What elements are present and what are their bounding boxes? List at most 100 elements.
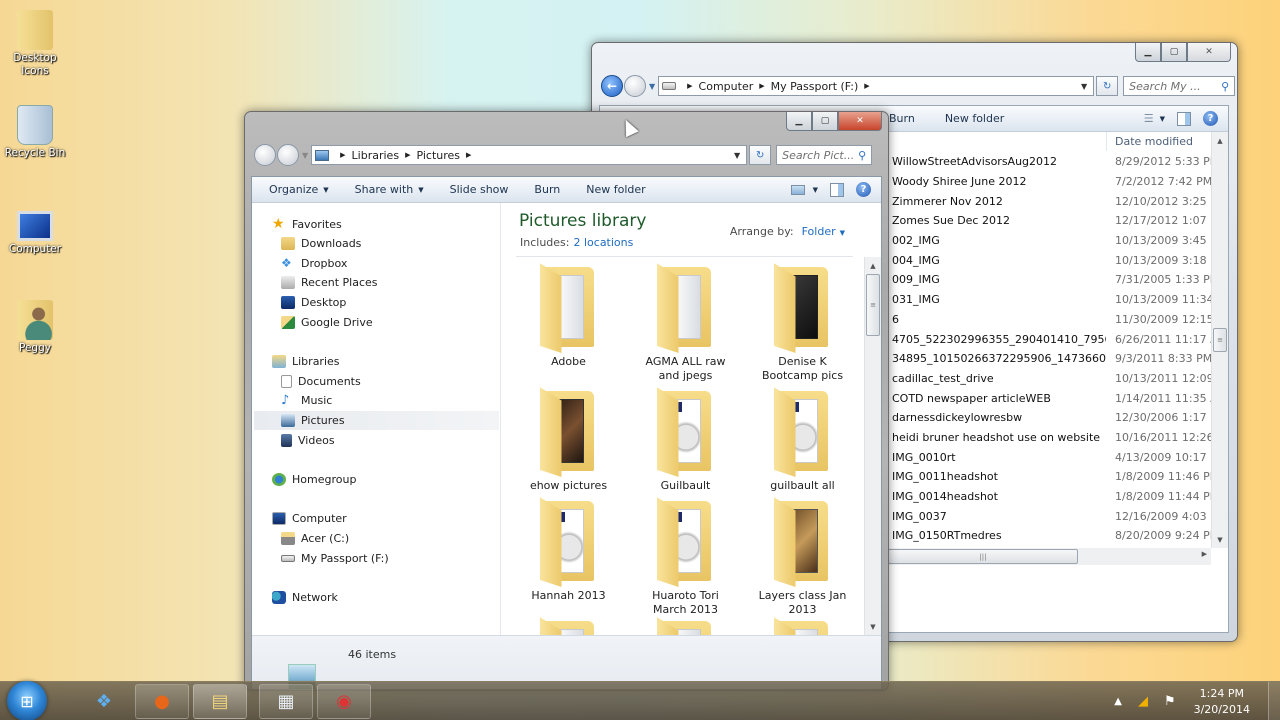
folder-tile[interactable] — [627, 617, 744, 635]
network-status-icon[interactable]: ◢ — [1138, 694, 1148, 709]
breadcrumb-pictures[interactable]: Pictures — [416, 149, 460, 162]
search-input[interactable]: Search Pict... ⚲ — [776, 145, 873, 165]
nav-pictures[interactable]: Pictures — [254, 411, 499, 430]
preview-pane-icon[interactable] — [830, 182, 844, 197]
recent-pages-dropdown[interactable]: ▼ — [649, 82, 655, 91]
arrange-by-dropdown[interactable]: Folder — [802, 225, 836, 238]
breadcrumb-computer[interactable]: Computer — [699, 80, 754, 93]
file-row[interactable]: 34895_10150266372295906_14736605090... 9/… — [888, 349, 1228, 369]
file-row[interactable]: COTD newspaper articleWEB 1/14/2011 11:35… — [888, 388, 1228, 408]
nav-homegroup[interactable]: Homegroup — [272, 470, 356, 489]
nav-documents[interactable]: Documents — [281, 372, 361, 391]
file-row[interactable]: IMG_0037 12/16/2009 4:03 PM — [888, 506, 1228, 526]
file-row[interactable]: 4705_522302996355_290401410_795695_... 6/… — [888, 329, 1228, 349]
preview-pane-icon[interactable] — [1177, 111, 1191, 126]
content-vertical-scrollbar[interactable]: ▲ ≡ ▼ — [864, 257, 881, 635]
address-dropdown-arrow[interactable]: ▼ — [734, 151, 740, 160]
address-dropdown-arrow[interactable]: ▼ — [1081, 82, 1087, 91]
forward-button[interactable] — [277, 144, 299, 166]
file-list-vertical-scrollbar[interactable]: ▲ ≡ ▼ — [1211, 132, 1228, 548]
scroll-down-arrow[interactable]: ▼ — [1212, 531, 1228, 548]
nav-videos[interactable]: Videos — [281, 431, 335, 450]
breadcrumb-separator[interactable]: ▶ — [466, 151, 471, 159]
folder-tile[interactable]: Guilbault — [627, 387, 744, 493]
file-row[interactable]: 009_IMG 7/31/2005 1:33 PM — [888, 270, 1228, 290]
desktop-icon-desktop-icons[interactable]: Desktop Icons — [3, 10, 67, 78]
folder-tile[interactable] — [510, 617, 627, 635]
nav-music[interactable]: ♪ Music — [281, 391, 332, 410]
file-row[interactable]: WillowStreetAdvisorsAug2012 8/29/2012 5:3… — [888, 152, 1228, 172]
library-locations-link[interactable]: 2 locations — [573, 236, 633, 249]
folder-tile[interactable]: Adobe — [510, 263, 627, 369]
minimize-button[interactable]: ▁ — [786, 112, 812, 131]
folder-tile[interactable]: Hannah 2013 — [510, 497, 627, 603]
scroll-right-arrow[interactable]: ▶ — [1202, 550, 1207, 558]
maximize-button[interactable]: ▢ — [1161, 43, 1187, 62]
taskbar-screen-recorder[interactable]: ◉ — [317, 683, 371, 719]
taskbar-windows-explorer[interactable]: ▤ — [193, 683, 247, 719]
taskbar-dropbox[interactable]: ❖ — [77, 684, 131, 719]
help-icon[interactable]: ? — [856, 182, 871, 197]
file-row[interactable]: IMG_0014headshot 1/8/2009 11:44 PM — [888, 487, 1228, 507]
new-folder-button[interactable]: New folder — [936, 106, 1013, 131]
scroll-thumb[interactable]: ≡ — [1213, 328, 1227, 352]
share-with-button[interactable]: Share with ▼ — [346, 177, 433, 202]
folder-tile[interactable]: guilbault all — [744, 387, 861, 493]
folder-tile[interactable]: Layers class Jan 2013 — [744, 497, 861, 617]
view-options-dropdown[interactable]: ▼ — [1160, 115, 1165, 123]
folder-tile[interactable]: Denise K Bootcamp pics — [744, 263, 861, 383]
scroll-up-arrow[interactable]: ▲ — [1212, 132, 1228, 149]
file-row[interactable]: darnessdickeylowresbw 12/30/2006 1:17 PM — [888, 408, 1228, 428]
help-icon[interactable]: ? — [1203, 111, 1218, 126]
start-button[interactable]: ⊞ — [7, 681, 47, 720]
nav-dropbox[interactable]: ❖ Dropbox — [281, 254, 347, 273]
burn-button[interactable]: Burn — [525, 177, 569, 202]
show-hidden-icons-button[interactable]: ▲ — [1114, 696, 1122, 707]
file-row[interactable]: Zimmerer Nov 2012 12/10/2012 3:25 PM — [888, 191, 1228, 211]
view-options-dropdown[interactable]: ▼ — [813, 186, 818, 194]
nav-acer-c[interactable]: Acer (C:) — [281, 529, 349, 548]
folder-tile[interactable]: AGMA ALL raw and jpegs — [627, 263, 744, 383]
action-center-icon[interactable]: ⚑ — [1164, 694, 1176, 709]
desktop-icon-recycle-bin[interactable]: Recycle Bin — [3, 105, 67, 160]
file-row[interactable]: 031_IMG 10/13/2009 11:34 ... — [888, 290, 1228, 310]
file-row[interactable]: Woody Shiree June 2012 7/2/2012 7:42 PM — [888, 172, 1228, 192]
nav-favorites[interactable]: ★ Favorites — [272, 215, 342, 234]
breadcrumb-separator[interactable]: ▶ — [687, 82, 692, 90]
file-row[interactable]: Zomes Sue Dec 2012 12/17/2012 1:07 PM — [888, 211, 1228, 231]
chevron-down-icon[interactable]: ▼ — [840, 229, 845, 237]
nav-recent-places[interactable]: Recent Places — [281, 273, 378, 292]
clock[interactable]: 1:24 PM 3/20/2014 — [1194, 686, 1250, 718]
file-row[interactable]: 002_IMG 10/13/2009 3:45 PM — [888, 231, 1228, 251]
recent-pages-dropdown[interactable]: ▼ — [302, 151, 308, 160]
refresh-button[interactable]: ↻ — [1096, 76, 1119, 96]
file-list-horizontal-scrollbar[interactable]: ||| ▶ — [888, 548, 1211, 565]
taskbar-firefox[interactable]: ● — [135, 683, 189, 719]
breadcrumb-libraries[interactable]: Libraries — [352, 149, 400, 162]
nav-my-passport-f[interactable]: My Passport (F:) — [281, 549, 389, 568]
file-row[interactable]: IMG_0010rt 4/13/2009 10:17 PM — [888, 447, 1228, 467]
address-bar[interactable]: ▶ Computer ▶ My Passport (F:) ▶ ▼ — [658, 76, 1095, 96]
file-row[interactable]: 6 11/30/2009 12:15 ... — [888, 310, 1228, 330]
nav-downloads[interactable]: Downloads — [281, 234, 361, 253]
nav-desktop[interactable]: Desktop — [281, 293, 346, 312]
close-button[interactable]: ✕ — [838, 112, 882, 131]
file-row[interactable]: IMG_0150RTmedres 8/20/2009 9:24 PM — [888, 526, 1228, 546]
nav-computer[interactable]: Computer — [272, 509, 347, 528]
change-view-icon[interactable] — [790, 184, 805, 195]
forward-button[interactable] — [624, 75, 646, 97]
folder-tile[interactable]: Huaroto Tori March 2013 — [627, 497, 744, 617]
taskbar-document-app[interactable]: ▦ — [259, 683, 313, 719]
address-bar[interactable]: ▶ Libraries ▶ Pictures ▶ ▼ — [311, 145, 748, 165]
nav-network[interactable]: Network — [272, 588, 338, 607]
breadcrumb-separator[interactable]: ▶ — [759, 82, 764, 90]
new-folder-button[interactable]: New folder — [577, 177, 654, 202]
show-desktop-button[interactable] — [1268, 682, 1280, 720]
column-header-date-modified[interactable]: Date modified — [1106, 132, 1193, 151]
horizontal-scroll-thumb[interactable]: ||| — [888, 549, 1078, 564]
breadcrumb-separator[interactable]: ▶ — [340, 151, 345, 159]
scroll-thumb[interactable]: ≡ — [866, 274, 880, 336]
scroll-down-arrow[interactable]: ▼ — [865, 618, 881, 635]
organize-button[interactable]: Organize ▼ — [252, 177, 338, 202]
scroll-up-arrow[interactable]: ▲ — [865, 257, 881, 274]
